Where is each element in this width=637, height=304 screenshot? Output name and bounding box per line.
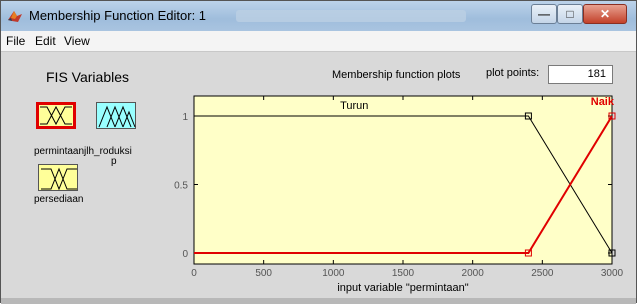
bottom-panel-edge [1, 298, 636, 304]
menu-file[interactable]: File [6, 34, 25, 48]
mf-label-naik: Naik [591, 96, 615, 108]
title-bar[interactable]: Membership Function Editor: 1 — □ ✕ [1, 1, 636, 31]
menu-edit[interactable]: Edit [35, 34, 56, 48]
x-tick-label: 2000 [462, 268, 485, 279]
y-tick-label: 0.5 [174, 181, 188, 192]
membership-function-plot[interactable]: 0 0.5 1 0 500 1000 1500 2000 2500 3000 Turun Naik in… [1, 52, 636, 302]
minimize-icon: — [538, 7, 550, 21]
y-tick-label: 0 [182, 249, 188, 260]
close-button[interactable]: ✕ [583, 4, 627, 24]
maximize-button[interactable]: □ [557, 4, 583, 24]
window-title: Membership Function Editor: 1 [29, 8, 207, 23]
maximize-icon: □ [566, 7, 574, 21]
x-axis-label: input variable "permintaan" [337, 282, 468, 294]
menu-view[interactable]: View [64, 34, 90, 48]
x-tick-label: 2500 [531, 268, 554, 279]
x-tick-label: 0 [191, 268, 197, 279]
membership-function-editor-window: Membership Function Editor: 1 — □ ✕ File… [0, 0, 637, 304]
mf-label-turun: Turun [340, 100, 368, 112]
plot-background [193, 95, 613, 265]
x-tick-label: 3000 [601, 268, 624, 279]
x-tick-label: 1500 [392, 268, 415, 279]
x-tick-label: 500 [255, 268, 272, 279]
matlab-app-icon [8, 11, 22, 22]
y-tick-label: 1 [182, 112, 188, 123]
menu-bar: File Edit View [1, 31, 636, 52]
blurred-title-area [236, 10, 466, 22]
close-icon: ✕ [599, 7, 611, 21]
minimize-button[interactable]: — [531, 4, 557, 24]
x-tick-label: 1000 [322, 268, 345, 279]
editor-content: FIS Variables permintaanjlh_roduksi p pe… [1, 52, 636, 302]
